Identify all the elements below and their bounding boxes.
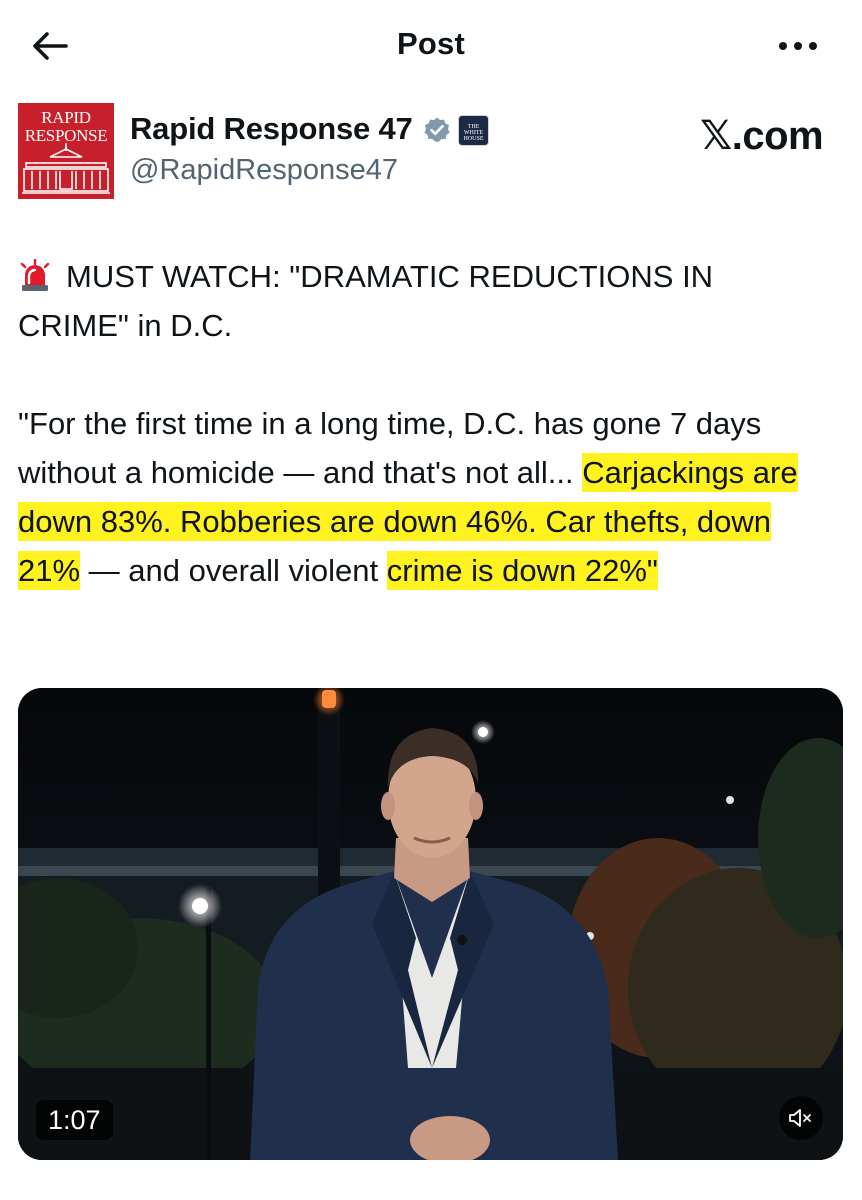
verified-badge-icon (424, 117, 450, 142)
video-frame (18, 688, 843, 1160)
more-options-button[interactable] (770, 26, 826, 66)
video-duration: 1:07 (36, 1100, 113, 1140)
avatar[interactable]: RAPID RESPONSE (18, 103, 114, 199)
quote-text-middle: — and overall violent (80, 553, 387, 588)
post-quote: "For the first time in a long time, D.C.… (18, 399, 818, 595)
page-title: Post (397, 26, 465, 61)
post-headline: MUST WATCH: "DRAMATIC REDUCTIONS IN CRIM… (18, 259, 714, 343)
source-watermark: 𝕏.com (700, 114, 824, 158)
highlighted-text: crime is down 22%" (386, 551, 658, 590)
police-siren-icon (20, 259, 50, 291)
display-name[interactable]: Rapid Response 47 (130, 111, 413, 147)
video-player[interactable]: 1:07 (18, 688, 843, 1160)
mute-toggle-button[interactable] (779, 1096, 823, 1140)
white-house-logo-icon (22, 143, 110, 194)
volume-muted-icon (789, 1109, 811, 1127)
white-house-affiliation-badge[interactable]: THE WHITE HOUSE (458, 115, 489, 146)
top-bar: Post (0, 0, 862, 90)
post-body: MUST WATCH: "DRAMATIC REDUCTIONS IN CRIM… (18, 252, 818, 595)
user-handle[interactable]: @RapidResponse47 (130, 154, 398, 187)
avatar-logo-text: RAPID RESPONSE (24, 108, 108, 145)
more-horizontal-icon (779, 42, 817, 50)
